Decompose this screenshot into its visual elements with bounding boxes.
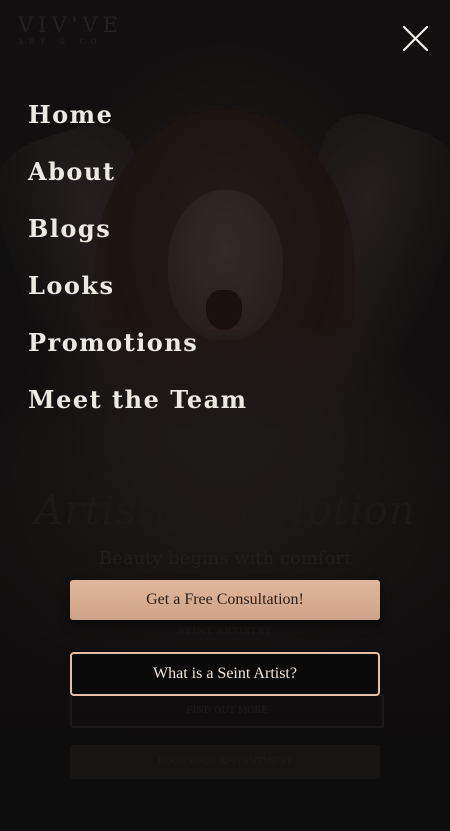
mobile-menu-page: Artistry in Motion Beauty begins with co…: [0, 0, 450, 831]
seint-artist-button[interactable]: What is a Seint Artist?: [70, 652, 380, 696]
nav-item-blogs[interactable]: Blogs: [28, 207, 248, 264]
close-menu-button[interactable]: [398, 22, 432, 56]
nav-item-about[interactable]: About: [28, 150, 248, 207]
main-navigation: Home About Blogs Looks Promotions Meet t…: [28, 93, 248, 435]
nav-item-promotions[interactable]: Promotions: [28, 321, 248, 378]
nav-item-home[interactable]: Home: [28, 93, 248, 150]
nav-item-meet-the-team[interactable]: Meet the Team: [28, 378, 248, 435]
nav-item-looks[interactable]: Looks: [28, 264, 248, 321]
close-icon: [402, 25, 429, 52]
free-consultation-button[interactable]: Get a Free Consultation!: [70, 580, 380, 620]
